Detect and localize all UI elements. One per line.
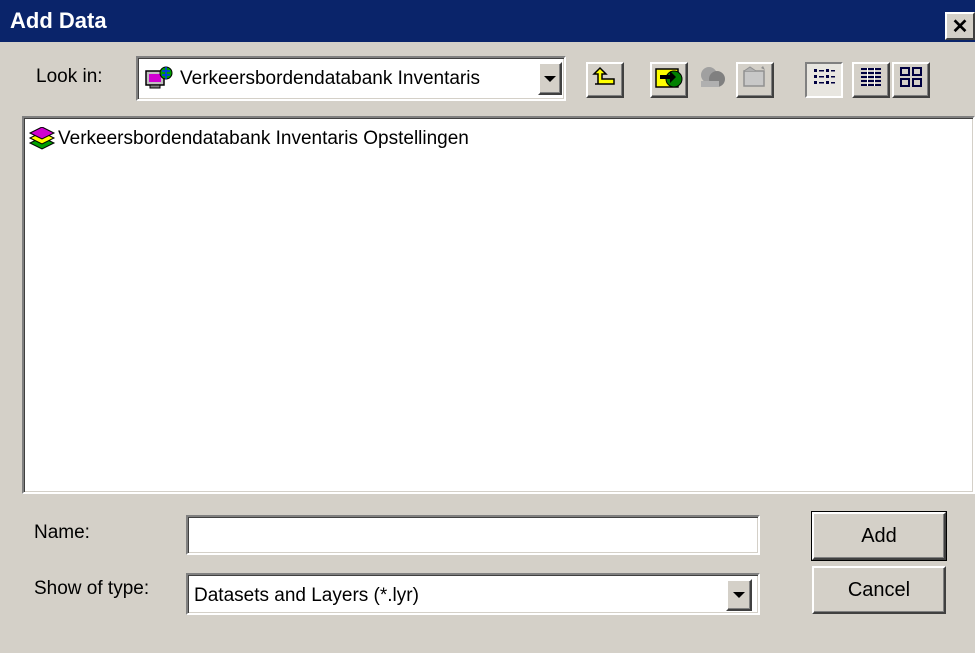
- name-label: Name:: [34, 522, 90, 543]
- cancel-button-label: Cancel: [847, 578, 911, 601]
- up-one-level-button[interactable]: [586, 62, 624, 98]
- list-item[interactable]: Verkeersbordendatabank Inventaris Opstel…: [28, 126, 469, 152]
- file-list[interactable]: Verkeersbordendatabank Inventaris Opstel…: [22, 116, 975, 494]
- look-in-label: Look in:: [36, 66, 103, 87]
- add-button[interactable]: Add: [811, 511, 947, 561]
- database-connection-icon: [144, 65, 174, 93]
- close-button[interactable]: ✕: [945, 12, 975, 40]
- new-folder-icon: [741, 64, 769, 96]
- look-in-value: Verkeersbordendatabank Inventaris: [180, 68, 480, 89]
- connect-to-folder-button[interactable]: [650, 62, 688, 98]
- chevron-down-icon: [733, 592, 745, 598]
- look-in-dropdown-button[interactable]: [538, 62, 562, 95]
- show-of-type-dropdown[interactable]: Datasets and Layers (*.lyr): [186, 573, 760, 615]
- details-view-button[interactable]: [852, 62, 890, 98]
- list-item-label: Verkeersbordendatabank Inventaris Opstel…: [58, 128, 469, 149]
- new-folder-button: [736, 62, 774, 98]
- list-view-button[interactable]: [805, 62, 843, 98]
- window-title: Add Data: [10, 8, 107, 33]
- show-of-type-label: Show of type:: [34, 578, 150, 599]
- thumbnails-view-button[interactable]: [892, 62, 930, 98]
- chevron-down-icon: [544, 75, 556, 82]
- disconnect-folder-button: [692, 62, 732, 98]
- list-view-icon: [812, 66, 836, 94]
- thumbnails-view-icon: [899, 66, 923, 94]
- look-in-dropdown[interactable]: Verkeersbordendatabank Inventaris: [136, 56, 566, 101]
- show-of-type-value: Datasets and Layers (*.lyr): [194, 585, 419, 606]
- connect-to-folder-icon: [654, 63, 684, 97]
- show-of-type-dropdown-button[interactable]: [726, 579, 752, 611]
- add-button-label: Add: [861, 524, 897, 547]
- name-field[interactable]: [186, 515, 760, 555]
- close-icon: ✕: [951, 15, 969, 38]
- disconnect-folder-icon: [697, 63, 727, 97]
- title-bar[interactable]: Add Data ✕: [0, 0, 975, 42]
- details-view-icon: [859, 66, 883, 94]
- up-one-level-icon: [592, 66, 618, 94]
- layer-dataset-icon: [28, 126, 58, 151]
- cancel-button[interactable]: Cancel: [812, 566, 946, 614]
